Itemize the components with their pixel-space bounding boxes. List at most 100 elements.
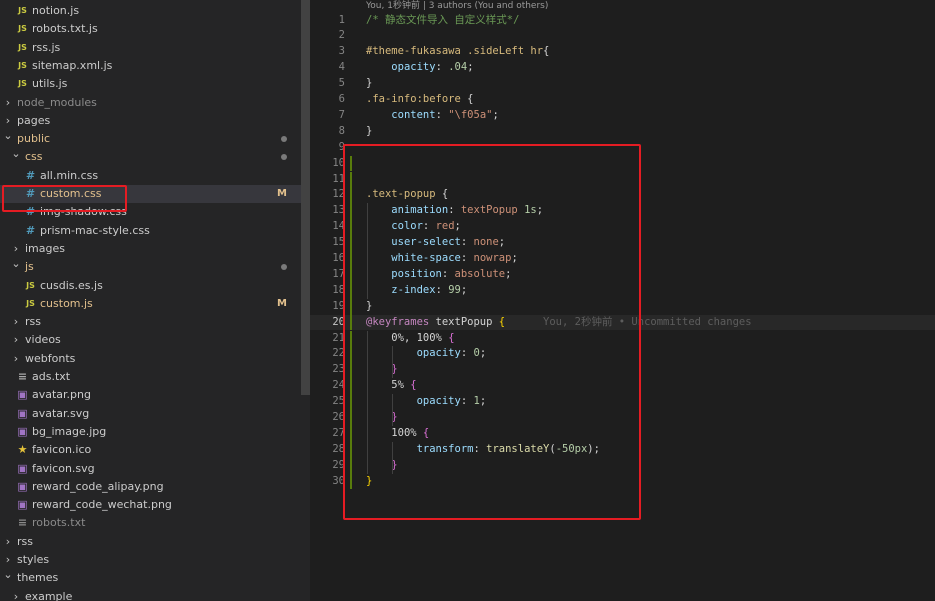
code-line[interactable]: 3 #theme-fukasawa .sideLeft hr{	[310, 44, 935, 60]
file-robots-txt[interactable]: ≡ robots.txt	[0, 514, 301, 532]
chevron-down-icon[interactable]: ⌄	[3, 566, 13, 584]
folder-images[interactable]: › images	[0, 240, 301, 258]
line-number: 13	[332, 204, 345, 217]
file-all-min-css[interactable]: # all.min.css	[0, 167, 301, 185]
js-file-icon: JS	[26, 280, 35, 290]
line-number: 6	[338, 93, 345, 105]
chevron-down-icon[interactable]: ⌄	[11, 255, 21, 273]
folder-public[interactable]: ⌄ public	[0, 127, 301, 148]
changes-dot-icon	[281, 264, 287, 271]
file-prism-mac-style-css[interactable]: # prism-mac-style.css	[0, 222, 301, 240]
file-label: reward_code_wechat.png	[32, 498, 172, 512]
folder-js[interactable]: ⌄ js	[0, 255, 301, 276]
line-number: 1	[338, 13, 345, 26]
file-utils-js[interactable]: JS utils.js	[0, 75, 301, 93]
text-file-icon: ≡	[17, 370, 28, 383]
folder-webfonts[interactable]: › webfonts	[0, 350, 301, 368]
file-label: favicon.ico	[32, 443, 92, 457]
line-number: 24	[332, 379, 345, 392]
file-label: favicon.svg	[32, 461, 95, 475]
file-avatar-png[interactable]: ▣ avatar.png	[0, 386, 301, 404]
file-label: custom.js	[40, 296, 93, 310]
code-text: .fa-info:before {	[366, 92, 474, 108]
code-token: {	[543, 45, 550, 58]
explorer-scrollbar[interactable]	[301, 0, 310, 395]
file-custom-js[interactable]: JS custom.js M	[0, 295, 301, 313]
code-token: .fa-info	[366, 93, 417, 105]
line-number: 30	[332, 474, 345, 487]
code-token: :	[435, 108, 449, 121]
file-label: ads.txt	[32, 370, 71, 383]
folder-node-modules[interactable]: › node_modules	[0, 94, 301, 112]
file-favicon-svg[interactable]: ▣ favicon.svg	[0, 460, 301, 478]
line-number: 27	[332, 426, 345, 439]
file-rss-js[interactable]: JS rss.js	[0, 39, 301, 57]
code-line[interactable]: 2	[310, 28, 935, 44]
folder-label: rss	[25, 315, 41, 329]
file-sitemap-xml-js[interactable]: JS sitemap.xml.js	[0, 57, 301, 75]
chevron-right-icon[interactable]: ›	[3, 94, 13, 112]
code-editor[interactable]: You, 1秒钟前 | 3 authors (You and others) 1…	[310, 0, 935, 601]
code-line[interactable]: 7 content: "\f05a";	[310, 108, 935, 124]
chevron-down-icon[interactable]: ⌄	[3, 127, 13, 145]
folder-rss[interactable]: › rss	[0, 313, 301, 331]
js-file-icon: JS	[18, 60, 27, 70]
line-number: 17	[332, 267, 345, 280]
line-number: 19	[332, 299, 345, 312]
code-token: hr	[530, 45, 544, 58]
file-reward-code-wechat-png[interactable]: ▣ reward_code_wechat.png	[0, 496, 301, 514]
code-token: content	[391, 108, 436, 121]
chevron-right-icon[interactable]: ›	[11, 350, 21, 368]
image-file-icon: ▣	[17, 498, 28, 512]
folder-styles[interactable]: › styles	[0, 551, 301, 569]
line-number: 14	[332, 220, 345, 233]
line-number: 11	[332, 172, 345, 185]
line-number: 9	[338, 140, 345, 153]
folder-label: images	[25, 241, 65, 255]
folder-label: node_modules	[17, 95, 97, 109]
file-avatar-svg[interactable]: ▣ avatar.svg	[0, 405, 301, 423]
file-reward-code-alipay-png[interactable]: ▣ reward_code_alipay.png	[0, 478, 301, 496]
js-file-icon: JS	[18, 6, 27, 15]
code-line[interactable]: 8}	[310, 124, 935, 140]
folder-videos[interactable]: › videos	[0, 331, 301, 349]
line-number: 10	[332, 156, 345, 169]
code-line[interactable]: 4 opacity: .04;	[310, 60, 935, 76]
folder-css[interactable]: ⌄ css	[0, 145, 301, 166]
code-line[interactable]: 1 /* 静态文件导入 自定义样式*/	[310, 13, 935, 29]
folder-rss[interactable]: › rss	[0, 533, 301, 551]
changes-dot-icon	[281, 154, 287, 161]
file-bg-image-jpg[interactable]: ▣ bg_image.jpg	[0, 423, 301, 441]
folder-example[interactable]: › example	[0, 588, 301, 601]
line-number: 18	[332, 283, 345, 296]
code-token: opacity	[391, 61, 436, 74]
changes-dot-icon	[281, 136, 287, 143]
line-number: 7	[338, 108, 345, 121]
code-line[interactable]: 5}	[310, 76, 935, 92]
file-robots-txt-js[interactable]: JS robots.txt.js	[0, 20, 301, 38]
folder-pages[interactable]: › pages	[0, 112, 301, 130]
line-number: 20	[332, 315, 345, 328]
codelens-authors[interactable]: You, 1秒钟前 | 3 authors (You and others)	[366, 0, 548, 12]
folder-label: js	[25, 260, 34, 274]
image-file-icon: ▣	[17, 388, 28, 402]
file-favicon-ico[interactable]: ★ favicon.ico	[0, 441, 301, 459]
chevron-down-icon[interactable]: ⌄	[11, 145, 21, 163]
folder-label: example	[25, 589, 73, 601]
file-label: avatar.png	[32, 388, 91, 402]
folder-label: rss	[17, 534, 33, 548]
folder-label: styles	[17, 553, 50, 566]
file-label: rss.js	[32, 40, 61, 54]
file-cusdis-es-js[interactable]: JS cusdis.es.js	[0, 277, 301, 295]
css-file-icon: #	[25, 168, 36, 182]
file-ads-txt[interactable]: ≡ ads.txt	[0, 368, 301, 386]
code-token: }	[366, 124, 373, 137]
chevron-right-icon[interactable]: ›	[11, 588, 21, 601]
folder-themes[interactable]: ⌄ themes	[0, 566, 301, 587]
file-notion-js[interactable]: JS notion.js	[0, 2, 301, 20]
code-line[interactable]: 6 .fa-info:before {	[310, 92, 935, 108]
chevron-right-icon[interactable]: ›	[11, 313, 21, 331]
chevron-right-icon[interactable]: ›	[3, 533, 13, 551]
chevron-right-icon[interactable]: ›	[11, 331, 21, 349]
